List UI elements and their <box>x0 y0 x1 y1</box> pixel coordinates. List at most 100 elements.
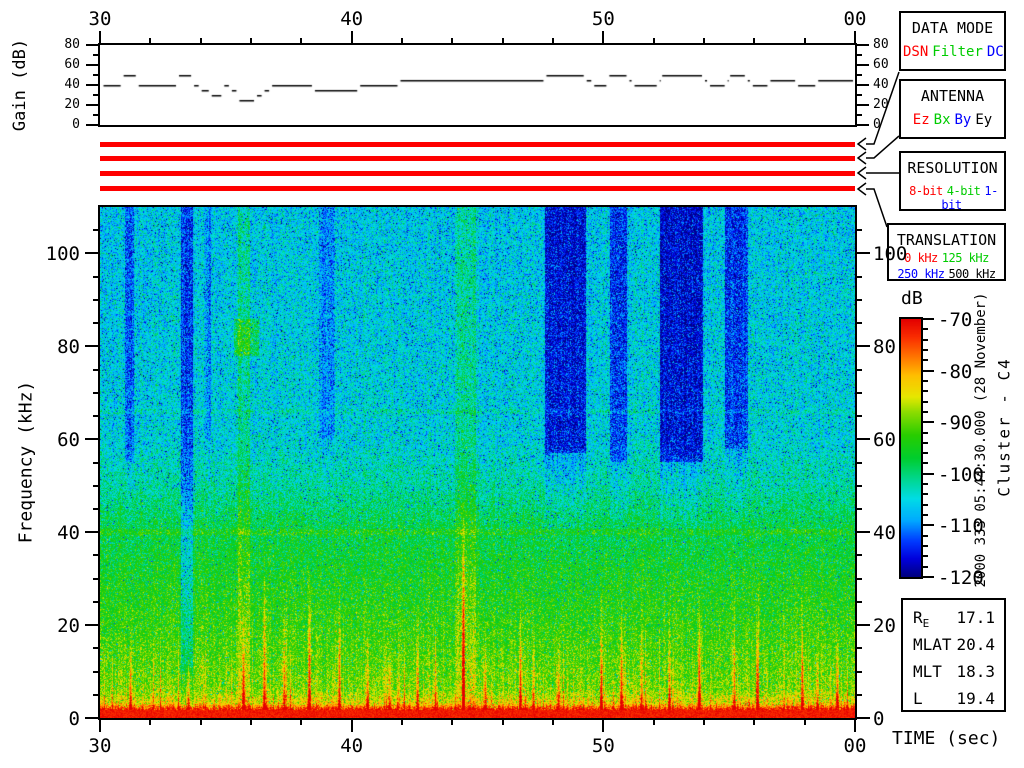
time-tick-bottom-minor <box>652 718 655 725</box>
ephemeris-label: L <box>913 689 923 708</box>
colorbar-tick-minor <box>921 348 928 351</box>
ephemeris-value: 17.1 <box>956 608 995 627</box>
freq-tick <box>855 531 870 534</box>
ephemeris-row: MLAT 20.4 <box>903 631 1004 658</box>
time-tick-bottom-minor <box>552 718 554 725</box>
time-tick-label-bottom: 50 <box>591 735 615 757</box>
time-tick-bottom <box>350 718 353 732</box>
panel-item-0-khz: 0 kHz <box>904 251 938 265</box>
colorbar-tick-minor <box>921 431 928 434</box>
time-tick-top <box>602 31 605 45</box>
frequency-axis-title: Frequency (kHz) <box>15 380 37 544</box>
gain-ytick <box>86 64 100 66</box>
freq-tick-minor <box>855 693 862 696</box>
time-tick-bottom <box>99 718 101 732</box>
freq-tick <box>85 252 100 255</box>
freq-tick-minor <box>855 600 862 603</box>
gain-ytick-label: 20 <box>873 97 889 112</box>
time-tick-bottom-minor <box>803 718 806 725</box>
ephemeris-value: 19.4 <box>956 689 995 708</box>
colorbar-tick-minor <box>921 462 928 465</box>
panel-title: ANTENNA <box>920 87 985 105</box>
colorbar-tick-minor <box>921 545 928 548</box>
time-tick-bottom-minor <box>401 718 403 725</box>
panel-item-ey: Ey <box>975 112 993 128</box>
time-tick-bottom <box>602 718 605 732</box>
panel-item-dc: DC <box>986 44 1004 60</box>
freq-tick-minor <box>93 275 100 278</box>
freq-tick-minor <box>93 391 100 394</box>
ephemeris-label: MLT <box>913 662 942 681</box>
freq-tick-minor <box>93 322 100 325</box>
colorbar-tick-minor <box>921 514 928 517</box>
time-tick-top-minor <box>803 38 806 45</box>
time-tick-bottom-minor <box>199 718 202 725</box>
time-tick-top-minor <box>199 38 202 45</box>
colorbar-tick-minor <box>921 483 928 486</box>
freq-tick <box>85 717 100 719</box>
gain-ytick <box>855 84 869 86</box>
ephemeris-label: MLAT <box>913 635 952 654</box>
panel-item-row: Ez Bx By Ey <box>901 112 1004 128</box>
panel-item-row: DSN Filter DC <box>901 44 1004 60</box>
freq-tick <box>85 531 100 534</box>
time-tick-label-top: 40 <box>340 8 364 30</box>
colorbar-tick-label: -120 <box>938 567 984 589</box>
colorbar-title: dB <box>901 288 923 309</box>
time-tick-top <box>854 31 856 45</box>
gain-ytick-label: 80 <box>873 37 889 52</box>
gain-ytick <box>855 44 869 46</box>
time-tick-top-minor <box>300 38 303 45</box>
time-tick-label-top: 30 <box>88 8 112 30</box>
colorbar-tick-minor <box>921 534 928 537</box>
colorbar-tick-minor <box>921 410 928 413</box>
freq-tick <box>855 717 870 719</box>
freq-tick-minor <box>855 554 862 557</box>
gain-ytick-label: 60 <box>64 57 80 72</box>
freq-tick-minor <box>93 229 100 232</box>
gain-ytick-label: 0 <box>873 117 881 132</box>
colorbar-tick <box>921 421 934 424</box>
freq-tick-label: 60 <box>57 429 80 452</box>
colorbar-tick-minor <box>921 555 928 558</box>
freq-tick <box>855 345 870 348</box>
time-tick-label-top: 00 <box>843 8 867 30</box>
colorbar-tick-minor <box>921 452 928 455</box>
time-tick-top-minor <box>753 38 756 45</box>
panel-item-8-bit: 8-bit <box>909 184 943 198</box>
ephemeris-row: L 19.4 <box>903 685 1004 712</box>
freq-tick <box>855 624 870 627</box>
gain-ytick-minor <box>93 94 100 96</box>
gain-ytick <box>855 124 869 126</box>
time-tick-bottom-minor <box>703 718 705 725</box>
ephemeris-box: RE 17.1 MLAT 20.4 MLT 18.3 L 19.4 <box>901 598 1006 712</box>
time-tick-top-minor <box>250 38 252 45</box>
freq-tick-minor <box>93 298 100 301</box>
freq-tick-minor <box>855 577 862 580</box>
panel-item-by: By <box>954 112 972 128</box>
colorbar-tick <box>921 524 934 527</box>
freq-tick-minor <box>93 554 100 557</box>
gain-ytick <box>855 64 869 66</box>
time-tick-top-minor <box>401 38 403 45</box>
gain-ytick-minor <box>855 74 862 76</box>
freq-tick-minor <box>93 600 100 603</box>
time-tick-label-bottom: 30 <box>88 735 112 757</box>
colorbar-tick <box>921 318 934 320</box>
time-tick-top-minor <box>652 38 655 45</box>
freq-tick-label: 100 <box>45 243 80 266</box>
freq-tick-minor <box>93 577 100 580</box>
panel-item-dsn: DSN <box>903 44 929 60</box>
panel-item-filter: Filter <box>932 44 983 60</box>
panel-resolution: RESOLUTION 8-bit 4-bit 1-bit <box>899 151 1006 212</box>
panel-title: RESOLUTION <box>907 159 998 177</box>
spacecraft-text: Cluster - C4 <box>994 357 1014 497</box>
time-tick-bottom-minor <box>451 718 454 725</box>
freq-tick-minor <box>855 484 862 487</box>
gain-ytick-minor <box>93 74 100 76</box>
time-tick-top-minor <box>451 38 454 45</box>
panel-item-row: 250 kHz 500 kHz <box>889 267 1004 281</box>
gain-ytick-minor <box>855 94 862 96</box>
gain-ytick-minor <box>93 54 100 56</box>
gain-ytick <box>86 84 100 86</box>
